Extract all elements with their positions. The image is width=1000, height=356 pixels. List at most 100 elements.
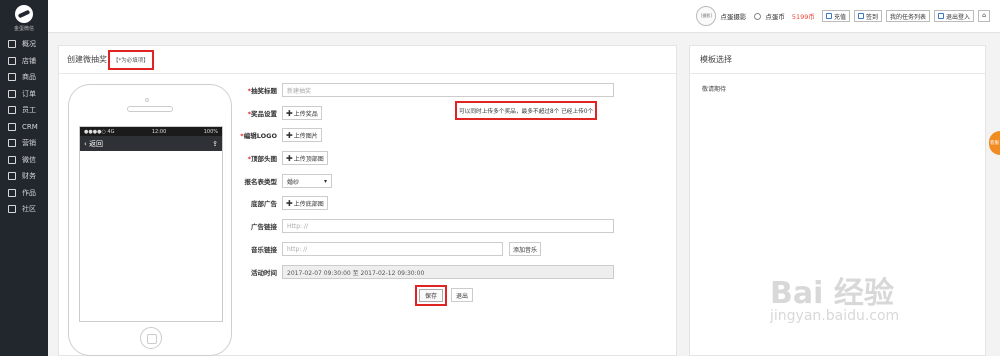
form-row-ad-link: 广告链接 Http: // [230,219,614,233]
add-music-button[interactable]: 添加音乐 [509,242,542,256]
save-button[interactable]: 保存 [419,289,444,302]
finance-icon [8,172,16,181]
battery: 100% [203,128,218,135]
logout-button[interactable]: 退出登入 [933,10,974,22]
sidebar: 金蛋微信 概况 店铺 商品 订单 员工 CRM 营销 微信 财务 作品 社区 [0,0,48,356]
clock: 12:00 [151,128,167,135]
customer-service-tab[interactable]: 客服 [989,131,1000,155]
panel-header: 创建微抽奖 【*为必填项】 [59,46,676,74]
plus-icon: ✚ [286,108,293,118]
recharge-icon [825,13,832,19]
phone-app-bar: ‹ 返回 ⇪ [80,136,222,151]
task-list-label: 我的任务列表 [889,13,926,21]
exit-button[interactable]: 退出 [451,288,474,302]
community-icon [8,205,16,214]
save-highlight: 保存 [415,285,448,306]
upload-bottom-image-button[interactable]: ✚ 上传底部图 [282,196,328,210]
caret-down-icon: ▾ [323,177,327,185]
plus-icon: ✚ [286,130,293,140]
sidebar-item-label: 员工 [22,106,36,115]
sidebar-item-label: 营销 [22,139,36,148]
title-label: *抽奖标题 [247,87,277,95]
phone-speaker [127,106,173,112]
sidebar-item-orders[interactable]: 订单 [0,86,48,103]
bottom-ad-label: 底部广告 [251,200,277,208]
sidebar-item-overview[interactable]: 概况 [0,36,48,53]
task-list-button[interactable]: 我的任务列表 [885,10,930,22]
upload-top-image-button[interactable]: ✚ 上传顶部图 [282,151,328,165]
logo-text: 金蛋微信 [13,25,34,32]
sidebar-item-label: 财务 [22,172,36,181]
sidebar-item-marketing[interactable]: 营销 [0,135,48,152]
phone-home-button [140,327,162,349]
time-label: 活动时间 [251,269,277,277]
music-link-label: 音乐链接 [251,246,277,254]
form-row-prize: *奖品设置 ✚ 上传奖品 [230,106,322,120]
music-link-input[interactable]: http: // [282,242,503,256]
sidebar-item-community[interactable]: 社区 [0,201,48,218]
required-note: 【*为必填项】 [108,49,154,70]
store-icon [8,56,16,65]
sidebar-item-goods[interactable]: 商品 [0,69,48,86]
form-row-time: 活动时间 2017-02-07 09:30:00 至 2017-02-12 09… [230,265,614,279]
page-title: 创建微抽奖 [67,55,107,64]
coin-label: 点蛋币 [765,13,785,21]
template-empty-text: 敬请期待 [702,86,727,93]
calendar-icon [857,13,864,19]
goods-icon [8,73,16,82]
sidebar-item-crm[interactable]: CRM [0,119,48,136]
form-row-top-image: *顶部头图 ✚ 上传顶部图 [230,151,328,165]
form-row-logo: *编辑LOGO ✚ 上传图片 [230,128,322,142]
back-button[interactable]: ‹ 返回 [84,139,103,149]
wechat-icon [8,155,16,164]
share-icon[interactable]: ⇪ [212,140,218,148]
sidebar-item-label: 店铺 [22,56,36,65]
home-icon: ⌂ [982,12,986,19]
prize-label: *奖品设置 [247,110,277,118]
upload-prize-button[interactable]: ✚ 上传奖品 [282,106,322,120]
upload-logo-button[interactable]: ✚ 上传图片 [282,128,322,142]
sidebar-item-label: 商品 [22,73,36,82]
sidebar-item-works[interactable]: 作品 [0,185,48,202]
plus-icon: ✚ [286,153,293,163]
coin-icon [754,12,762,20]
recharge-button[interactable]: 充值 [821,10,850,22]
sidebar-item-staff[interactable]: 员工 [0,102,48,119]
order-icon [8,89,16,98]
template-title: 模板选择 [690,46,985,74]
sidebar-item-label: CRM [22,122,38,131]
sidebar-item-label: 微信 [22,155,36,164]
sidebar-item-label: 订单 [22,89,36,98]
home-button[interactable]: ⌂ [978,10,990,22]
title-input[interactable]: 新建抽奖 [282,83,614,97]
staff-icon [8,106,16,115]
sidebar-item-label: 作品 [22,188,36,197]
checkin-button[interactable]: 签到 [853,10,882,22]
watermark: Bai 经验 [770,276,894,311]
form-row-bottom-ad: 底部广告 ✚ 上传底部图 [230,196,328,210]
brand-logo[interactable]: 金蛋微信 [0,0,48,36]
activity-time-input[interactable]: 2017-02-07 09:30:00 至 2017-02-12 09:30:0… [282,265,614,279]
ad-link-label: 广告链接 [251,223,277,231]
username: 点蛋摄影 [720,13,747,21]
signup-type-label: 报名表类型 [244,178,278,186]
crm-icon [8,122,16,131]
sidebar-item-finance[interactable]: 财务 [0,168,48,185]
sidebar-item-label: 社区 [22,205,36,214]
sidebar-item-store[interactable]: 店铺 [0,53,48,70]
back-label: 返回 [89,139,104,148]
phone-status-bar: ●●●●○ 4G 12:00 100% [80,127,222,136]
sidebar-item-wechat[interactable]: 微信 [0,152,48,169]
form-row-title: *抽奖标题 新建抽奖 [230,83,614,97]
ad-link-input[interactable]: Http: // [282,219,614,233]
prize-upload-hint: 可以同时上传多个奖品，最多不超过8个 已经上传0个 [455,101,598,120]
carrier: ●●●●○ 4G [84,128,115,135]
dashboard-icon [8,40,16,49]
phone-preview: ●●●●○ 4G 12:00 100% ‹ 返回 ⇪ [68,84,232,356]
signup-type-select[interactable]: 婚纱 ▾ [282,174,332,188]
top-image-label: *顶部头图 [247,155,277,163]
avatar[interactable]: [摄影] [696,6,717,26]
top-bar: [摄影] 点蛋摄影 点蛋币 5199币 充值 签到 我的任务列表 退出登入 ⌂ [48,0,1000,33]
coin-balance: 5199币 [791,13,815,21]
phone-camera [145,98,149,102]
